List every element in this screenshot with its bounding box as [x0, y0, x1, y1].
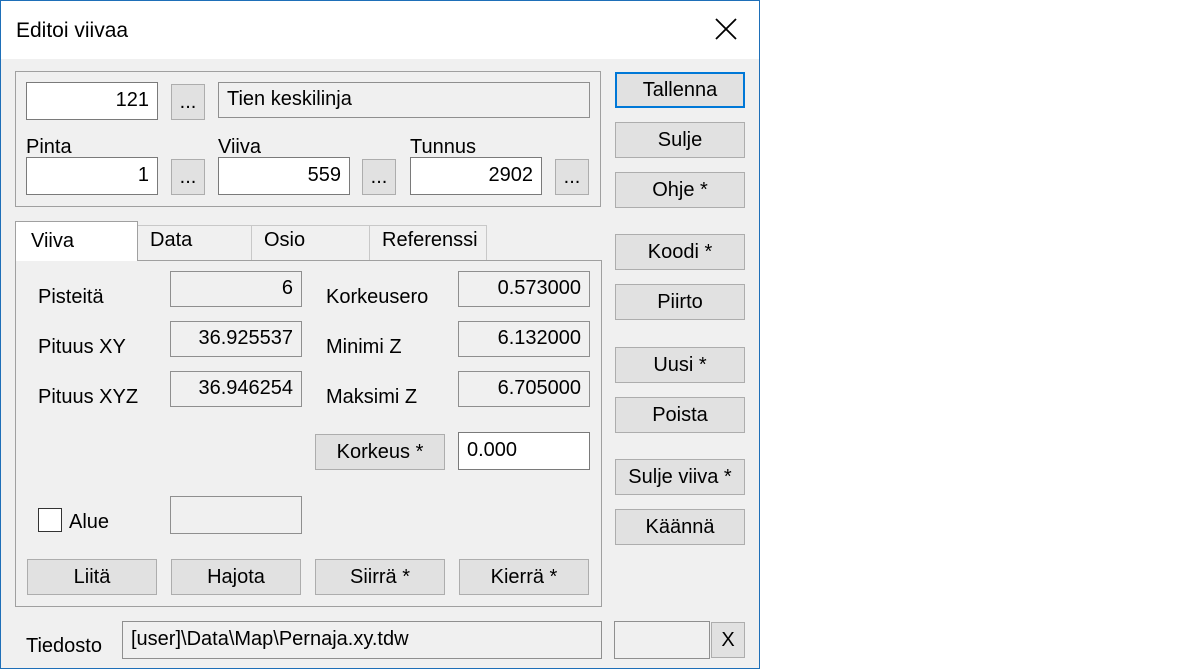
pinta-browse-button[interactable]: ...: [171, 159, 205, 195]
pituus-xy-label: Pituus XY: [38, 336, 126, 358]
tiedosto-field: [user]\Data\Map\Pernaja.xy.tdw: [122, 621, 602, 659]
tallenna-button[interactable]: Tallenna: [615, 72, 745, 108]
kierra-button[interactable]: Kierrä *: [459, 559, 589, 595]
sulje-viiva-button[interactable]: Sulje viiva *: [615, 459, 745, 495]
tab-osio[interactable]: Osio: [251, 225, 370, 261]
tunnus-input[interactable]: 2902: [410, 157, 542, 195]
korkeus-button[interactable]: Korkeus *: [315, 434, 445, 470]
close-icon: [715, 18, 737, 40]
code-browse-button[interactable]: ...: [171, 84, 205, 120]
piirto-button[interactable]: Piirto: [615, 284, 745, 320]
maksimi-z-label: Maksimi Z: [326, 386, 418, 408]
tab-viiva[interactable]: Viiva: [15, 221, 138, 261]
title-bar: Editoi viivaa: [1, 1, 759, 59]
ohje-button[interactable]: Ohje *: [615, 172, 745, 208]
liita-button[interactable]: Liitä: [27, 559, 157, 595]
maksimi-z-value: 6.705000: [458, 371, 590, 407]
korkeusero-value: 0.573000: [458, 271, 590, 307]
alue-label: Alue: [69, 511, 110, 533]
pinta-label: Pinta: [26, 136, 72, 158]
alue-checkbox[interactable]: [38, 508, 62, 532]
pisteita-value: 6: [170, 271, 302, 307]
alue-value: [170, 496, 302, 534]
tab-data[interactable]: Data: [137, 225, 252, 261]
minimi-z-label: Minimi Z: [326, 336, 402, 358]
viiva-label: Viiva: [218, 136, 261, 158]
code-input[interactable]: 121: [26, 82, 158, 120]
code-name-field: Tien keskilinja: [218, 82, 590, 118]
tab-referenssi[interactable]: Referenssi: [369, 225, 487, 261]
poista-button[interactable]: Poista: [615, 397, 745, 433]
siirra-button[interactable]: Siirrä *: [315, 559, 445, 595]
clear-file-button[interactable]: X: [711, 622, 745, 658]
extra-field: [614, 621, 710, 659]
pituus-xyz-value: 36.946254: [170, 371, 302, 407]
pituus-xy-value: 36.925537: [170, 321, 302, 357]
tiedosto-label: Tiedosto: [26, 635, 102, 657]
close-button[interactable]: [704, 7, 748, 51]
pituus-xyz-label: Pituus XYZ: [38, 386, 139, 408]
tunnus-browse-button[interactable]: ...: [555, 159, 589, 195]
tunnus-label: Tunnus: [410, 136, 476, 158]
uusi-button[interactable]: Uusi *: [615, 347, 745, 383]
pisteita-label: Pisteitä: [38, 286, 104, 308]
korkeusero-label: Korkeusero: [326, 286, 429, 308]
sulje-button[interactable]: Sulje: [615, 122, 745, 158]
kaanna-button[interactable]: Käännä: [615, 509, 745, 545]
viiva-browse-button[interactable]: ...: [362, 159, 396, 195]
viiva-input[interactable]: 559: [218, 157, 350, 195]
window-title: Editoi viivaa: [16, 19, 129, 42]
minimi-z-value: 6.132000: [458, 321, 590, 357]
hajota-button[interactable]: Hajota: [171, 559, 301, 595]
pinta-input[interactable]: 1: [26, 157, 158, 195]
koodi-button[interactable]: Koodi *: [615, 234, 745, 270]
korkeus-input[interactable]: 0.000: [458, 432, 590, 470]
